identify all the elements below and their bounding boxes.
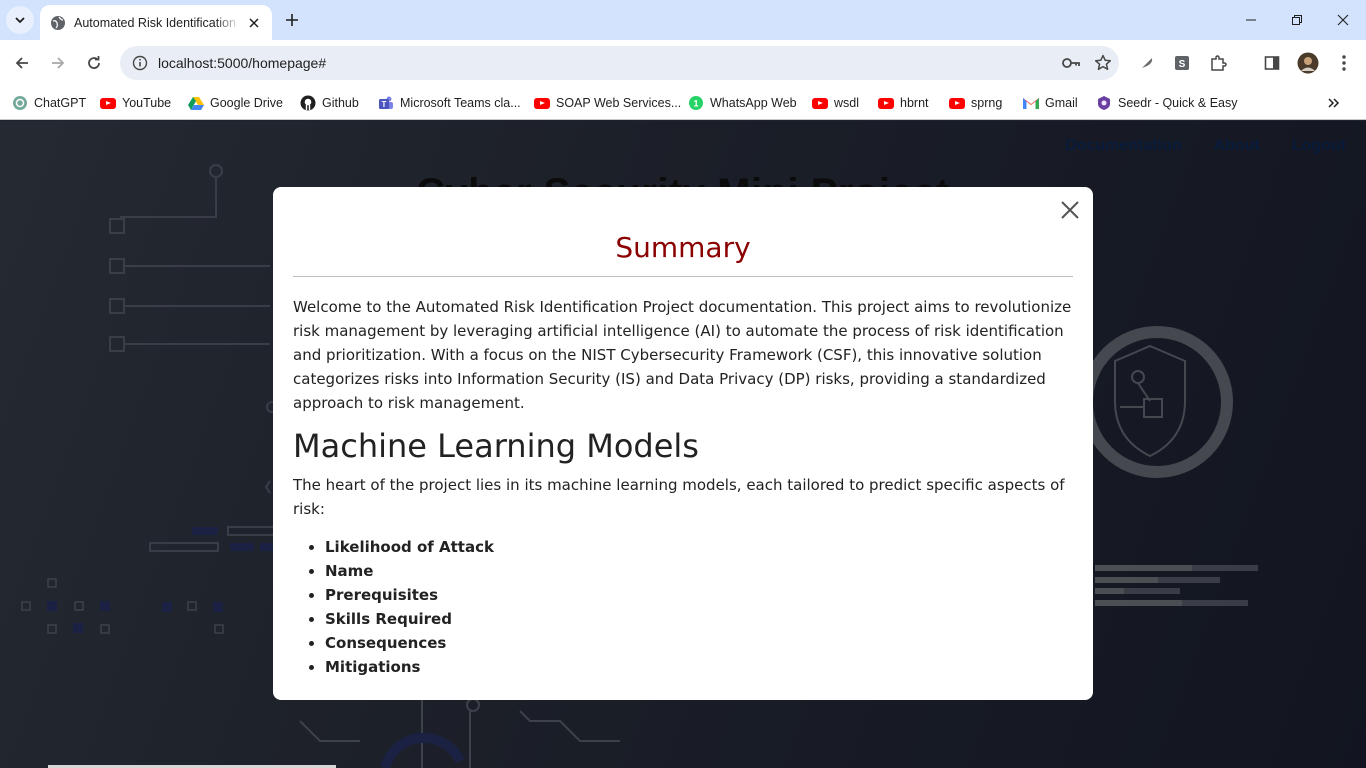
google-drive-icon — [188, 95, 204, 111]
whatsapp-icon: 1 — [688, 95, 704, 111]
bookmark-label: Google Drive — [210, 96, 283, 110]
bookmark-label: SOAP Web Services... — [556, 96, 682, 110]
extensions-puzzle-icon[interactable] — [1202, 47, 1234, 79]
new-tab-button[interactable] — [280, 8, 304, 32]
bookmark-label: wsdl — [834, 96, 860, 110]
arrow-left-icon — [15, 57, 28, 69]
modal-close-button[interactable] — [1059, 199, 1081, 221]
browser-tab[interactable]: Automated Risk Identification with — [40, 5, 272, 40]
bookmark-teams[interactable]: T Microsoft Teams cla... — [378, 92, 521, 114]
bookmarks-bar: ChatGPT YouTube Google Drive Github T Mi… — [0, 86, 1366, 120]
url-text[interactable]: localhost:5000/homepage# — [158, 55, 1055, 71]
modal-divider — [293, 276, 1073, 277]
window-close-button[interactable] — [1320, 0, 1366, 40]
bookmark-whatsapp[interactable]: 1 WhatsApp Web — [688, 92, 797, 114]
modal-title: Summary — [615, 231, 751, 264]
restore-button[interactable] — [1274, 0, 1320, 40]
bookmark-gmail[interactable]: Gmail — [1023, 92, 1078, 114]
bookmark-star-icon[interactable] — [1087, 47, 1119, 79]
extension-feather-icon[interactable] — [1131, 47, 1163, 79]
browser-toolbar: localhost:5000/homepage# S — [0, 40, 1366, 86]
list-item: Mitigations — [325, 655, 1073, 679]
list-item: Likelihood of Attack — [325, 535, 1073, 559]
tab-title: Automated Risk Identification with — [74, 15, 240, 30]
tab-search-button[interactable] — [6, 6, 34, 34]
arrow-right-icon — [52, 57, 65, 69]
site-info-icon[interactable] — [130, 53, 150, 73]
ml-models-heading: Machine Learning Models — [293, 427, 699, 465]
summary-modal: Summary Welcome to the Automated Risk Id… — [273, 187, 1093, 700]
plus-icon — [286, 14, 298, 26]
svg-text:T: T — [382, 100, 387, 109]
minimize-button[interactable] — [1228, 0, 1274, 40]
seedr-icon — [1096, 95, 1112, 111]
bookmark-label: Github — [322, 96, 359, 110]
svg-text:S: S — [1179, 59, 1186, 70]
youtube-icon — [878, 95, 894, 111]
password-key-icon[interactable] — [1055, 47, 1087, 79]
bookmark-label: Microsoft Teams cla... — [400, 96, 521, 110]
ml-models-list: Likelihood of Attack Name Prerequisites … — [293, 535, 1073, 679]
svg-text:1: 1 — [693, 99, 698, 109]
list-item: Prerequisites — [325, 583, 1073, 607]
extension-s-icon[interactable]: S — [1166, 47, 1198, 79]
close-icon — [1337, 14, 1349, 26]
globe-icon — [50, 15, 66, 31]
reload-button[interactable] — [78, 47, 110, 79]
reload-icon — [88, 56, 100, 69]
bookmark-label: WhatsApp Web — [710, 96, 797, 110]
forward-button[interactable] — [42, 47, 74, 79]
tab-close-icon[interactable] — [244, 13, 264, 33]
bookmark-google-drive[interactable]: Google Drive — [188, 92, 283, 114]
chatgpt-icon — [12, 95, 28, 111]
address-bar[interactable]: localhost:5000/homepage# — [120, 46, 1119, 80]
close-icon — [1061, 201, 1079, 219]
list-item: Consequences — [325, 631, 1073, 655]
back-button[interactable] — [6, 47, 38, 79]
github-icon — [300, 95, 316, 111]
bookmark-label: YouTube — [122, 96, 172, 110]
more-bookmarks-icon[interactable] — [1324, 93, 1344, 113]
page-content: Cyber Security Mini Project Documentatio… — [0, 121, 1366, 768]
minimize-icon — [1246, 19, 1256, 21]
bookmark-label: ChatGPT — [34, 96, 87, 110]
list-item: Skills Required — [325, 607, 1073, 631]
chevron-down-icon — [15, 17, 25, 24]
restore-icon — [1292, 15, 1302, 25]
youtube-icon — [534, 95, 550, 111]
ml-models-intro: The heart of the project lies in its mac… — [293, 476, 1065, 518]
bookmark-chatgpt[interactable]: ChatGPT — [12, 92, 86, 114]
bookmark-youtube[interactable]: YouTube — [100, 92, 171, 114]
teams-icon: T — [378, 95, 394, 111]
bookmark-github[interactable]: Github — [300, 92, 359, 114]
youtube-icon — [100, 95, 116, 111]
bookmark-soap-web-services[interactable]: SOAP Web Services... — [534, 92, 681, 114]
profile-avatar[interactable] — [1292, 47, 1324, 79]
youtube-icon — [949, 95, 965, 111]
list-item: Name — [325, 559, 1073, 583]
bookmark-hbrnt[interactable]: hbrnt — [878, 92, 929, 114]
side-panel-icon[interactable] — [1256, 47, 1288, 79]
gmail-icon — [1023, 95, 1039, 111]
modal-intro-paragraph: Welcome to the Automated Risk Identifica… — [293, 298, 1072, 412]
bookmark-seedr[interactable]: Seedr - Quick & Easy — [1096, 92, 1238, 114]
bookmark-label: Gmail — [1045, 96, 1078, 110]
youtube-icon — [812, 95, 828, 111]
bookmark-label: hbrnt — [900, 96, 929, 110]
bookmark-wsdl[interactable]: wsdl — [812, 92, 859, 114]
bookmark-label: Seedr - Quick & Easy — [1118, 96, 1238, 110]
bookmark-label: sprng — [971, 96, 1003, 110]
tab-strip: Automated Risk Identification with — [0, 0, 1366, 40]
more-menu-icon[interactable] — [1328, 47, 1360, 79]
bookmark-sprng[interactable]: sprng — [949, 92, 1002, 114]
